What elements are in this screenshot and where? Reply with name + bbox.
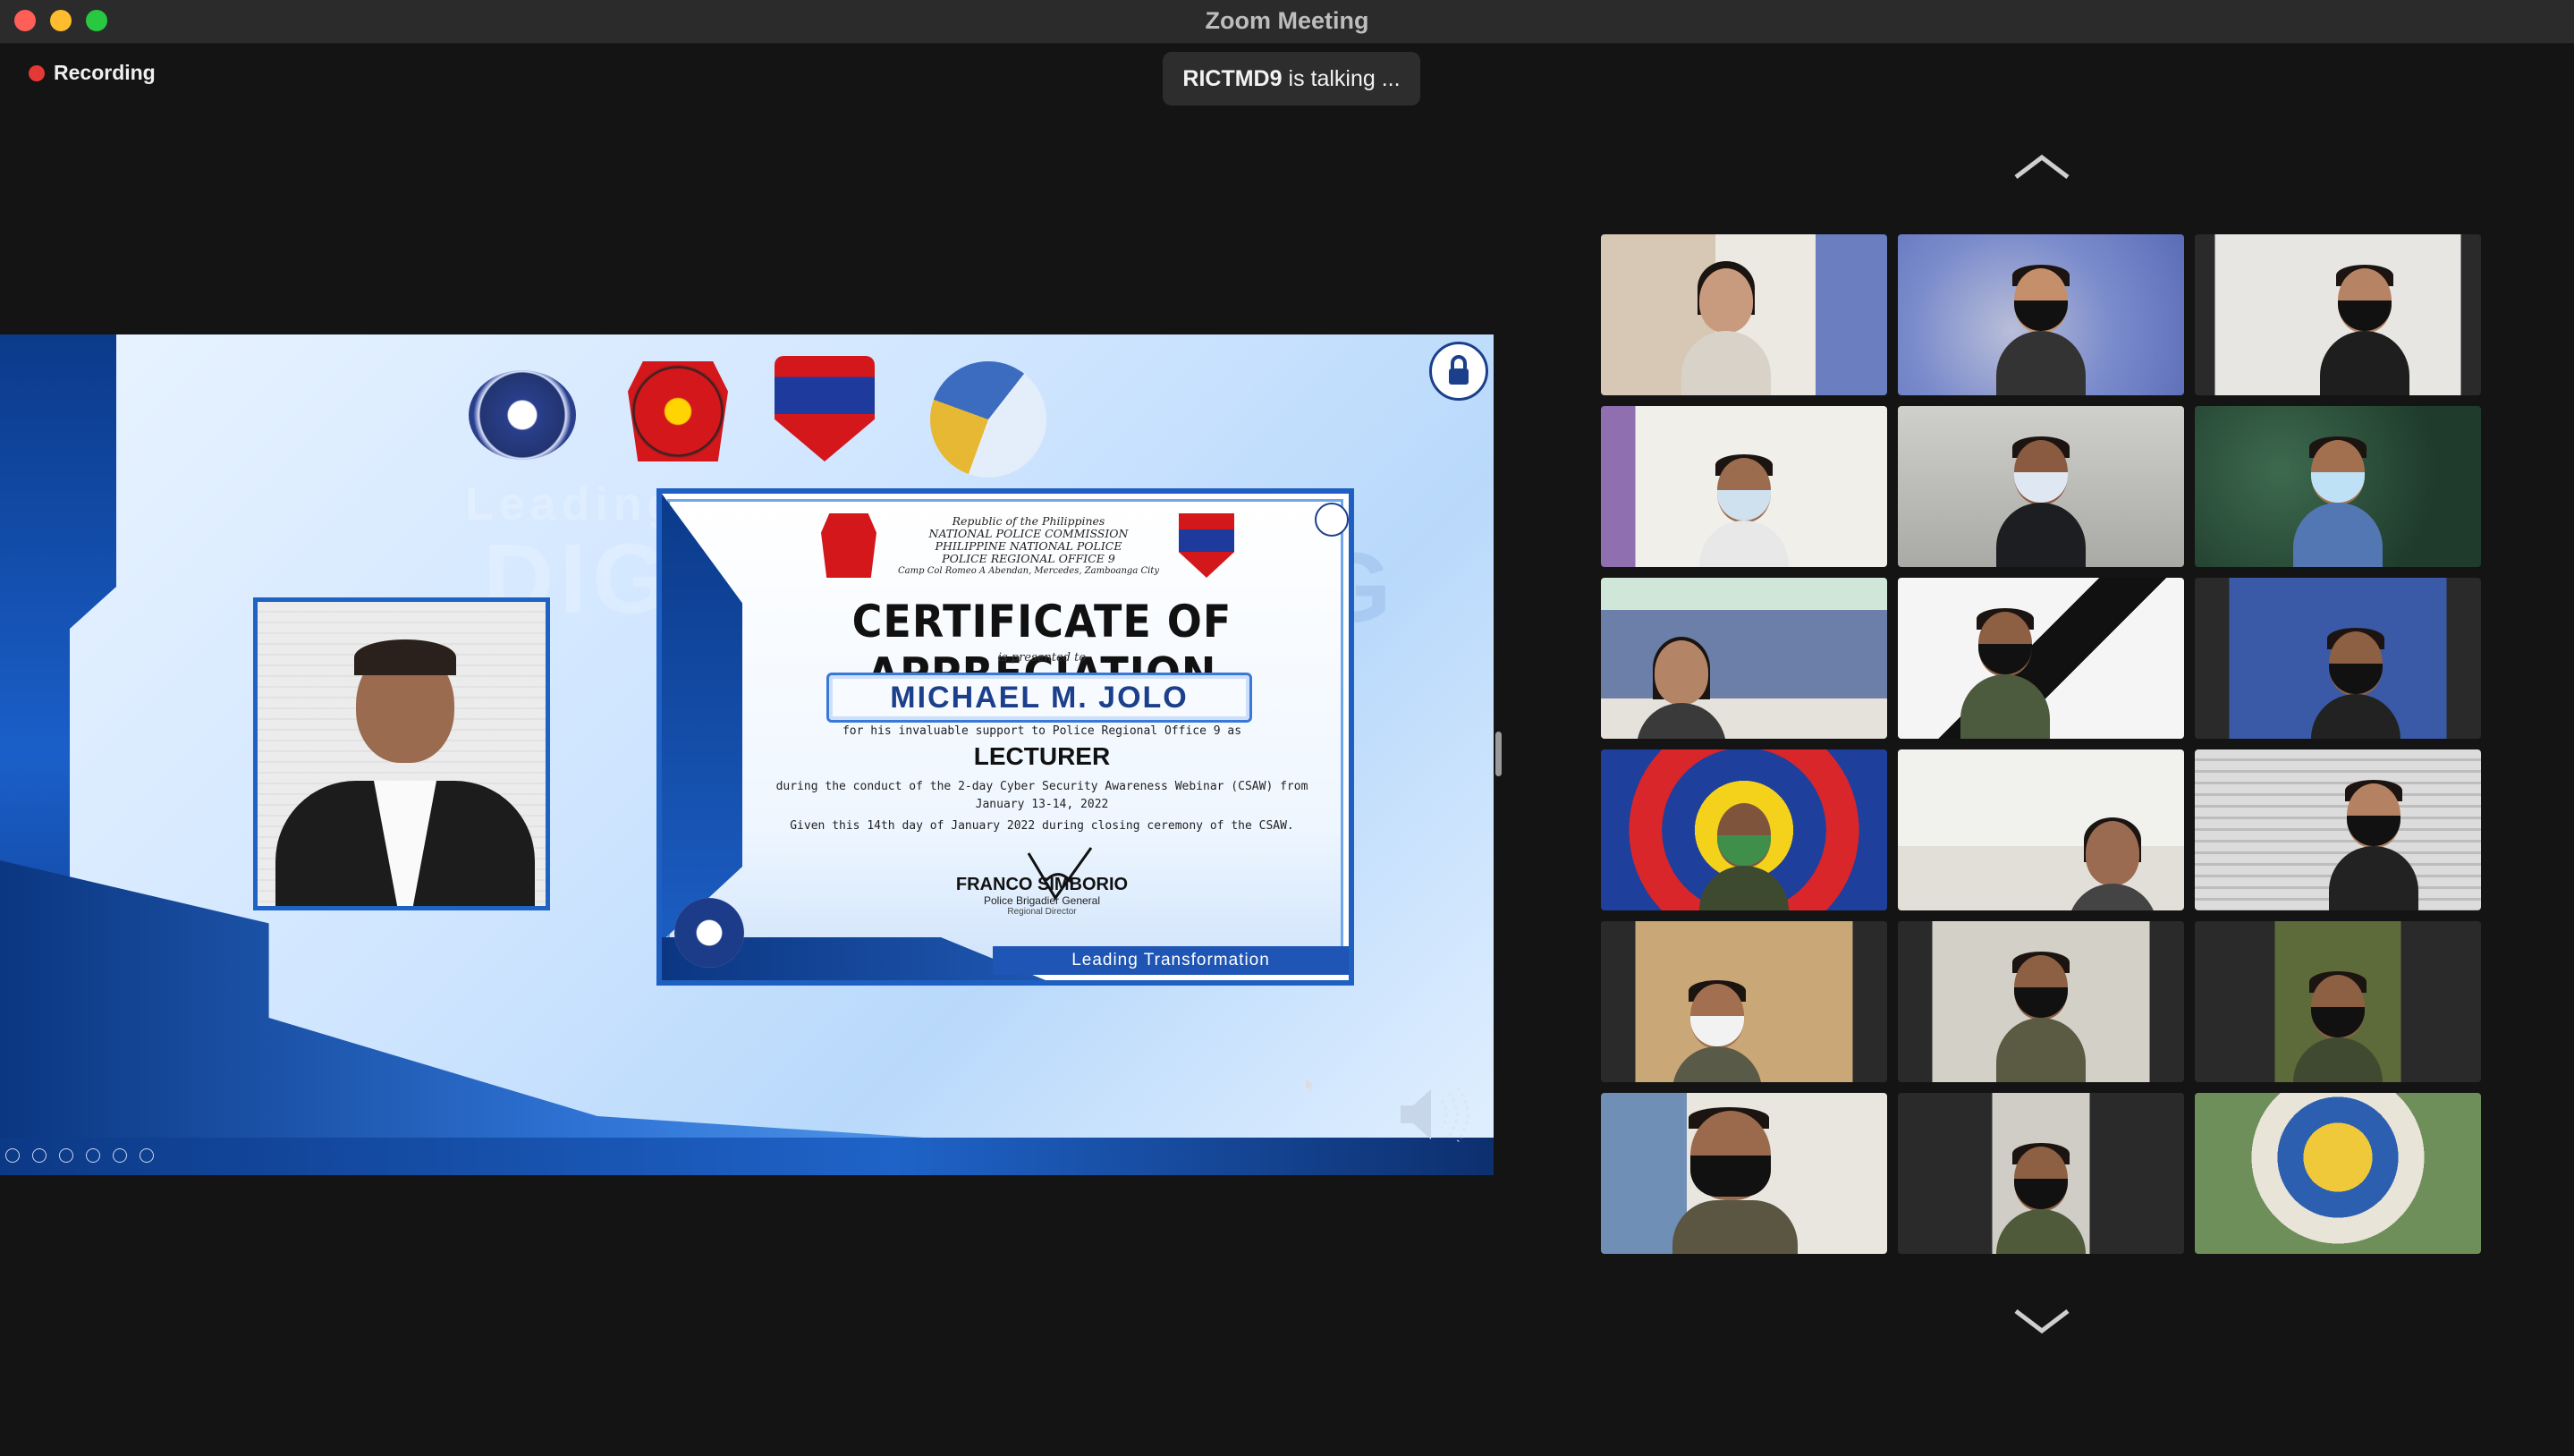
- participant-tile[interactable]: [1601, 1093, 1887, 1254]
- view-splitter-handle[interactable]: [1495, 732, 1502, 776]
- prev-slide-icon[interactable]: [5, 1148, 20, 1163]
- recipient-box: MICHAEL M. JOLO: [826, 673, 1252, 723]
- signer-name: FRANCO SIMBORIO: [955, 875, 1129, 894]
- chevron-down-icon: [2014, 1309, 2070, 1334]
- recipient-name: MICHAEL M. JOLO: [890, 680, 1189, 715]
- certificate-footer: Leading Transformation: [993, 946, 1349, 975]
- slides-icon[interactable]: [86, 1148, 100, 1163]
- participant-tile[interactable]: [2195, 406, 2481, 567]
- participant-tile[interactable]: [1601, 921, 1887, 1082]
- participant-tile[interactable]: [2195, 234, 2481, 395]
- chevron-up-icon: [2014, 154, 2070, 179]
- active-speaker-name: RICTMD9: [1182, 65, 1283, 91]
- ictmd-seal-icon: [469, 370, 576, 460]
- shared-screen: Leading DIGITAL ING Republic of the Phil…: [0, 334, 1494, 1175]
- pnp-seal-icon: [628, 361, 728, 461]
- gallery-scroll-up-button[interactable]: [2011, 148, 2073, 184]
- header-line: PHILIPPINE NATIONAL POLICE: [935, 539, 1122, 553]
- gallery-scroll-down-button[interactable]: [2011, 1304, 2073, 1340]
- signer-rank: Police Brigadier General: [983, 894, 1101, 907]
- lock-icon: [1429, 342, 1488, 401]
- header-line: Republic of the Philippines: [952, 514, 1105, 528]
- window-title: Zoom Meeting: [1205, 7, 1369, 34]
- participant-tile[interactable]: [1601, 749, 1887, 910]
- given-line: Given this 14th day of January 2022 duri…: [790, 819, 1294, 833]
- mouse-cursor-icon: [1306, 1079, 1314, 1091]
- next-slide-icon[interactable]: [32, 1148, 47, 1163]
- support-line: for his invaluable support to Police Reg…: [842, 724, 1242, 738]
- participant-tile[interactable]: [1898, 921, 2184, 1082]
- pnp-seal-small-icon: [821, 513, 876, 578]
- recording-dot-icon: [29, 64, 45, 81]
- title-bar: Zoom Meeting: [0, 0, 2574, 44]
- participant-tile[interactable]: [1898, 1093, 2184, 1254]
- recording-indicator[interactable]: Recording: [29, 61, 156, 85]
- ictmd-seal-small-icon: [674, 898, 744, 968]
- participant-tile[interactable]: [1601, 234, 1887, 395]
- header-address: Camp Col Romeo A Abendan, Mercedes, Zamb…: [898, 566, 1159, 576]
- certificate-header: Republic of the Philippines NATIONAL POL…: [876, 515, 1181, 578]
- pen-tool-icon[interactable]: [59, 1148, 73, 1163]
- conduct-line: during the conduct of the 2-day Cyber Se…: [775, 780, 1308, 793]
- dict-seal-icon: [930, 361, 1046, 478]
- certificate: Republic of the Philippines NATIONAL POL…: [656, 488, 1354, 986]
- certificate-lock-icon: [1315, 503, 1349, 537]
- certificate-presented: is presented to: [997, 651, 1087, 665]
- header-line: POLICE REGIONAL OFFICE 9: [942, 552, 1115, 565]
- participant-tile[interactable]: [2195, 749, 2481, 910]
- header-line: NATIONAL POLICE COMMISSION: [928, 527, 1129, 540]
- participant-gallery: [1601, 234, 2481, 1254]
- recording-label: Recording: [54, 61, 156, 84]
- active-speaker-indicator: RICTMD9 is talking ...: [1163, 52, 1420, 106]
- presentation-toolbar[interactable]: [5, 1148, 154, 1163]
- participant-tile[interactable]: [2195, 921, 2481, 1082]
- participant-tile[interactable]: [1898, 234, 2184, 395]
- date-line: January 13-14, 2022: [975, 798, 1109, 811]
- more-options-icon[interactable]: [140, 1148, 154, 1163]
- presenter-video: [253, 597, 550, 910]
- participant-tile[interactable]: [1601, 578, 1887, 739]
- zoom-icon[interactable]: [113, 1148, 127, 1163]
- participant-tile[interactable]: [1601, 406, 1887, 567]
- signer-position: Regional Director: [1007, 907, 1077, 917]
- participant-tile[interactable]: [1898, 406, 2184, 567]
- active-speaker-status: is talking ...: [1288, 65, 1401, 91]
- pro9-seal-icon: [775, 356, 875, 461]
- decor-strip-bottom: [0, 1138, 1494, 1175]
- participant-tile[interactable]: [1898, 578, 2184, 739]
- certificate-role: LECTURER: [973, 742, 1111, 770]
- participant-tile[interactable]: [2195, 1093, 2481, 1254]
- speaker-icon: [1401, 1087, 1469, 1142]
- participant-tile[interactable]: [1898, 749, 2184, 910]
- participant-tile[interactable]: [2195, 578, 2481, 739]
